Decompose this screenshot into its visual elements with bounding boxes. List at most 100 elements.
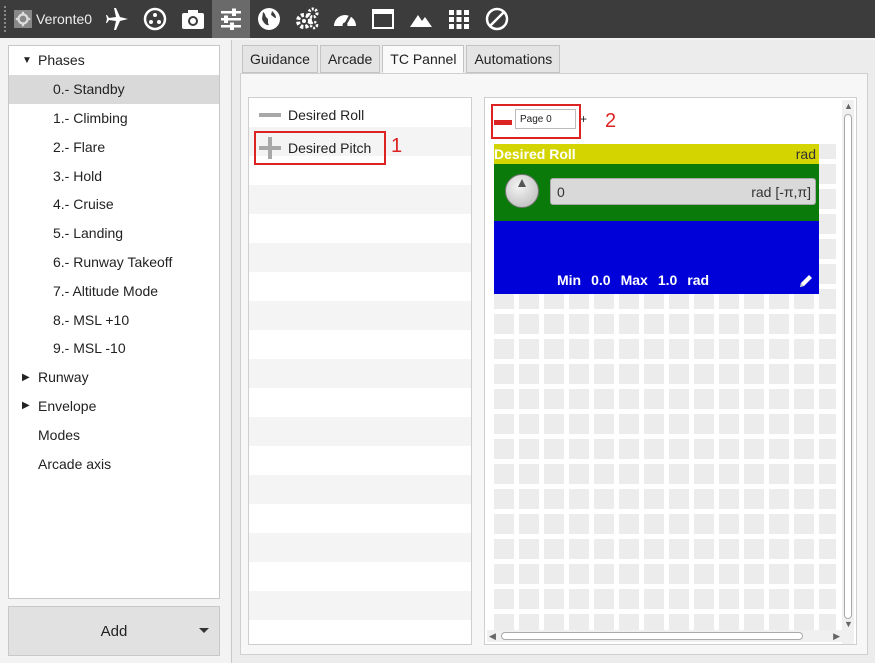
scroll-down-icon[interactable]: ▼ xyxy=(844,618,853,630)
collapsed-arrow-icon[interactable]: ▶ xyxy=(22,400,32,411)
grid-button[interactable] xyxy=(440,0,478,38)
gears-button[interactable] xyxy=(288,0,326,38)
annotation-label-1: 1 xyxy=(391,135,403,157)
globe-icon xyxy=(258,8,281,30)
tree-label: 0.- Standby xyxy=(53,81,125,98)
tree-node-phases[interactable]: ▼ Phases xyxy=(9,46,219,75)
max-value: 1.0 xyxy=(657,272,678,288)
tree-label: 2.- Flare xyxy=(53,138,106,155)
desired-roll-widget[interactable]: Desired Roll rad 0 rad [-π,π] Min 0.0 Ma… xyxy=(494,144,819,294)
tree-node-runway[interactable]: ▶ Runway xyxy=(9,363,219,392)
scroll-thumb[interactable] xyxy=(501,632,803,640)
minus-icon[interactable] xyxy=(259,113,281,117)
window-icon xyxy=(372,9,395,29)
widget-body: 0 rad [-π,π] xyxy=(494,164,819,221)
tree-node-arcade-axis[interactable]: ▶ Arcade axis xyxy=(9,449,219,478)
scroll-right-icon[interactable]: ▶ xyxy=(833,630,840,642)
gauge-button[interactable] xyxy=(326,0,364,38)
tree-label: 5.- Landing xyxy=(53,225,124,242)
tab-guidance[interactable]: Guidance xyxy=(242,45,318,73)
globe-button[interactable] xyxy=(250,0,288,38)
widget-title: Desired Roll xyxy=(494,146,576,162)
max-label: Max xyxy=(620,272,648,288)
camera-icon xyxy=(182,10,205,29)
disabled-icon xyxy=(485,7,509,31)
scroll-thumb[interactable] xyxy=(844,114,852,619)
value-field[interactable]: 0 rad [-π,π] xyxy=(550,178,816,205)
collapsed-arrow-icon[interactable]: ▶ xyxy=(22,372,32,383)
sliders-icon xyxy=(221,8,242,30)
tree-item-phase[interactable]: 7.- Altitude Mode xyxy=(9,276,219,305)
widget-footer: Min 0.0 Max 1.0 rad xyxy=(494,221,819,294)
tab-bar: Guidance Arcade TC Pannel Automations xyxy=(242,45,562,73)
foot-unit: rad xyxy=(687,272,710,288)
value-text: 0 xyxy=(557,183,565,200)
app-title: Veronte0 xyxy=(36,11,93,27)
scroll-up-icon[interactable]: ▲ xyxy=(844,100,853,112)
dropdown-caret-icon[interactable] xyxy=(199,628,209,633)
tree-label: 1.- Climbing xyxy=(53,109,128,126)
expanded-arrow-icon[interactable]: ▼ xyxy=(22,55,32,66)
variable-list: Desired Roll Desired Pitch xyxy=(248,97,472,645)
list-item-desired-roll[interactable]: Desired Roll xyxy=(249,100,471,130)
tree-item-phase[interactable]: 5.- Landing xyxy=(9,219,219,248)
gears-icon xyxy=(296,7,319,30)
plane-icon xyxy=(106,8,129,30)
widget-unit: rad xyxy=(795,146,816,162)
mountain-button[interactable] xyxy=(402,0,440,38)
tree-item-phase[interactable]: 8.- MSL +10 xyxy=(9,305,219,334)
tree-item-phase[interactable]: 0.- Standby xyxy=(9,74,219,104)
tree-label: Modes xyxy=(38,426,81,443)
tree-item-phase[interactable]: 4.- Cruise xyxy=(9,190,219,219)
tab-automations[interactable]: Automations xyxy=(466,45,561,73)
camera-button[interactable] xyxy=(174,0,212,38)
min-value: 0.0 xyxy=(591,272,611,288)
tree-label: Arcade axis xyxy=(38,455,112,472)
grid-icon xyxy=(449,10,470,29)
tree-label: Runway xyxy=(38,369,89,386)
tree-node-envelope[interactable]: ▶ Envelope xyxy=(9,392,219,421)
min-max-readout: Min 0.0 Max 1.0 rad xyxy=(557,272,709,288)
mountain-icon xyxy=(410,15,433,27)
window-button[interactable] xyxy=(364,0,402,38)
tree-item-phase[interactable]: 1.- Climbing xyxy=(9,104,219,133)
tree-item-phase[interactable]: 9.- MSL -10 xyxy=(9,334,219,363)
plane-button[interactable] xyxy=(98,0,136,38)
pencil-icon[interactable] xyxy=(797,272,815,290)
add-button[interactable]: Add xyxy=(8,606,220,656)
target-button[interactable] xyxy=(136,0,174,38)
knob-icon[interactable] xyxy=(505,174,539,208)
tree-label: 9.- MSL -10 xyxy=(53,340,126,357)
tree-label: 3.- Hold xyxy=(53,167,103,184)
gear-icon xyxy=(14,10,32,28)
scroll-left-icon[interactable]: ◀ xyxy=(489,630,496,642)
tree-label: Envelope xyxy=(38,397,97,414)
annotation-box-2 xyxy=(491,104,581,139)
tree-label: 8.- MSL +10 xyxy=(53,311,130,328)
range-text: rad [-π,π] xyxy=(751,183,811,200)
annotation-label-2: 2 xyxy=(605,110,617,132)
list-item-label: Desired Roll xyxy=(288,107,365,123)
annotation-box-1 xyxy=(254,131,386,165)
tree-item-phase[interactable]: 3.- Hold xyxy=(9,161,219,190)
tree-node-modes[interactable]: ▶ Modes xyxy=(9,420,219,449)
add-button-label: Add xyxy=(100,622,128,640)
disabled-button[interactable] xyxy=(478,0,516,38)
tab-tc-pannel[interactable]: TC Pannel xyxy=(382,45,465,73)
tree-label: 6.- Runway Takeoff xyxy=(53,253,173,270)
tree-label: Phases xyxy=(38,52,85,69)
tree-item-phase[interactable]: 6.- Runway Takeoff xyxy=(9,248,219,277)
tab-arcade[interactable]: Arcade xyxy=(319,45,381,73)
add-page-button[interactable]: + xyxy=(580,109,592,129)
gauge-icon xyxy=(334,15,357,28)
tree-item-phase[interactable]: 2.- Flare xyxy=(9,132,219,161)
phases-tree: ▼ Phases 0.- Standby 1.- Climbing 2.- Fl… xyxy=(8,45,220,599)
app-title-button[interactable]: Veronte0 xyxy=(10,4,98,34)
main-toolbar: Veronte0 xyxy=(0,0,875,38)
sliders-button[interactable] xyxy=(212,0,251,38)
vertical-scrollbar[interactable]: ▲ ▼ xyxy=(842,100,854,644)
tree-label: 4.- Cruise xyxy=(53,196,114,213)
min-label: Min xyxy=(557,272,582,288)
target-icon xyxy=(143,7,167,31)
horizontal-scrollbar[interactable]: ◀ ▶ xyxy=(487,630,842,642)
